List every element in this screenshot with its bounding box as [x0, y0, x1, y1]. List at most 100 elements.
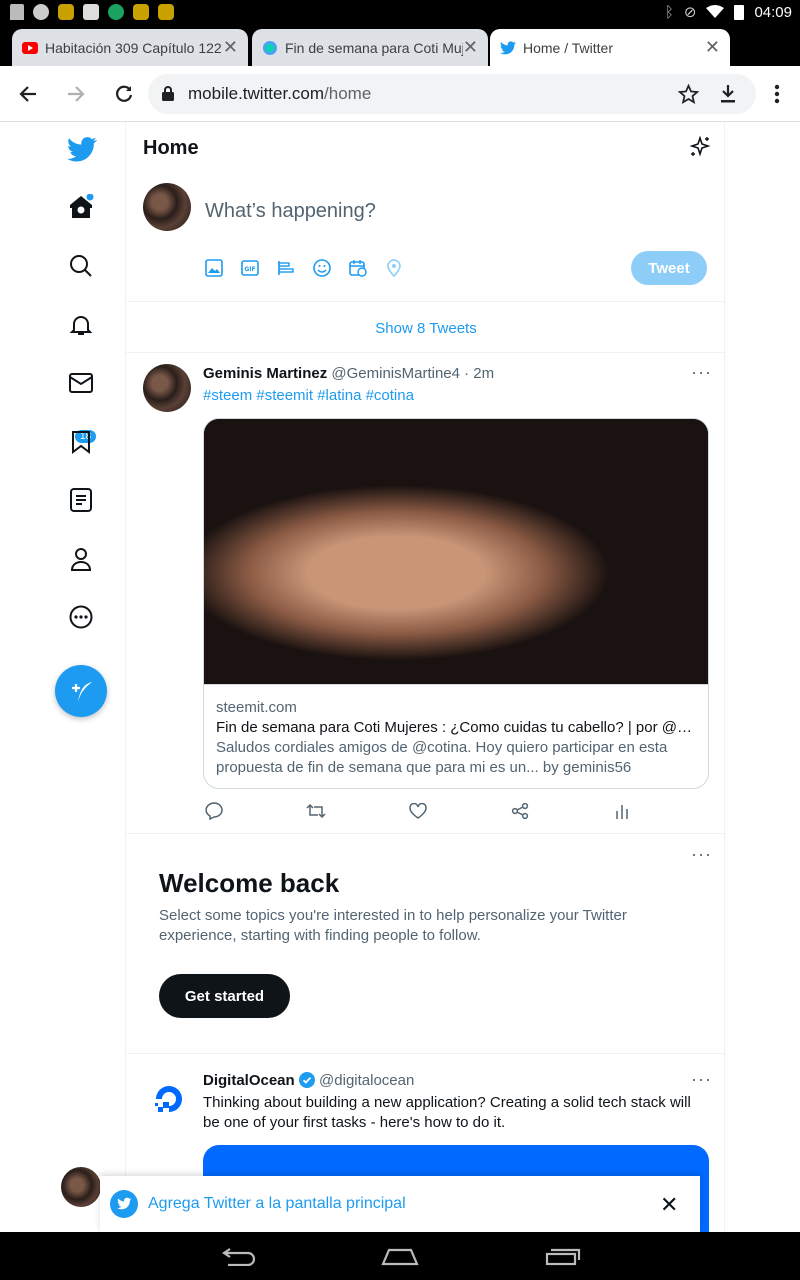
mute-icon: ⊘: [683, 4, 697, 21]
reload-button[interactable]: [109, 79, 139, 109]
notification-icon: [133, 4, 149, 20]
steemit-icon: [263, 40, 277, 55]
more-vertical-icon: [774, 84, 780, 104]
browser-tab-youtube[interactable]: Habitación 309 Capítulo 122 ✕: [12, 29, 248, 66]
reload-icon: [116, 85, 133, 102]
author-handle: @GeminisMartine4 · 2m: [331, 365, 495, 382]
reply-icon[interactable]: [203, 800, 225, 822]
card-title: Fin de semana para Coti Mujeres : ¿Como …: [216, 719, 698, 736]
poll-icon[interactable]: [276, 258, 296, 278]
install-banner[interactable]: Agrega Twitter a la pantalla principal ✕: [100, 1176, 700, 1232]
battery-icon: [734, 4, 745, 20]
browser-tab-twitter[interactable]: Home / Twitter ✕: [490, 29, 730, 66]
tweet-more-button[interactable]: ···: [691, 1069, 712, 1090]
back-button[interactable]: [13, 79, 43, 109]
check-icon: [108, 4, 124, 20]
tweet-author-avatar[interactable]: [143, 364, 191, 412]
emoji-icon[interactable]: [312, 258, 332, 278]
card-body: steemit.com Fin de semana para Coti Muje…: [204, 684, 708, 788]
get-started-button[interactable]: Get started: [159, 974, 290, 1018]
bluetooth-icon: ᛒ: [664, 3, 674, 21]
twitter-bird-icon: [67, 136, 97, 161]
notification-icon: [10, 4, 24, 20]
digitalocean-logo[interactable]: [145, 1075, 193, 1123]
user-avatar[interactable]: [143, 183, 191, 231]
digitalocean-icon: [155, 1086, 182, 1112]
tab-title: Home / Twitter: [523, 39, 613, 56]
nav-profile[interactable]: [66, 544, 96, 574]
like-icon[interactable]: [407, 800, 429, 822]
browser-menu-button[interactable]: [762, 79, 792, 109]
svg-text:GIF: GIF: [244, 266, 255, 273]
tweet-hashtags[interactable]: #steem #steemit #latina #cotina: [203, 387, 414, 404]
download-icon[interactable]: [720, 84, 736, 104]
close-banner-icon[interactable]: ✕: [660, 1192, 678, 1218]
divider: [126, 1053, 726, 1054]
twitter-icon: [500, 40, 516, 54]
divider: [126, 833, 726, 834]
search-icon: [70, 255, 92, 277]
sidebar-nav: 18: [0, 122, 126, 1232]
twitter-logo[interactable]: [66, 134, 98, 164]
compose-tweet-button[interactable]: [55, 665, 107, 717]
nav-bookmarks[interactable]: [66, 427, 96, 457]
browser-tab-steemit[interactable]: Fin de semana para Coti Mujeres ✕: [252, 29, 488, 66]
show-new-tweets-button[interactable]: Show 8 Tweets: [126, 303, 726, 353]
tweet-author[interactable]: Geminis Martinez @GeminisMartine4 · 2m: [203, 365, 494, 382]
person-icon: [70, 548, 92, 571]
gif-icon[interactable]: GIF: [240, 258, 260, 278]
verified-badge-icon: [298, 1072, 315, 1088]
forward-button[interactable]: [61, 79, 91, 109]
tweet-author[interactable]: DigitalOcean @digitalocean: [203, 1072, 414, 1089]
close-tab-icon[interactable]: ✕: [223, 37, 238, 58]
share-icon[interactable]: [509, 800, 531, 822]
nav-home[interactable]: [66, 192, 96, 222]
twitter-icon: [110, 1190, 138, 1218]
compose-toolbar: GIF: [204, 258, 404, 278]
nav-explore[interactable]: [66, 251, 96, 281]
retweet-icon[interactable]: [305, 800, 327, 822]
url-field[interactable]: mobile.twitter.com/home: [148, 74, 756, 114]
install-banner-text[interactable]: Agrega Twitter a la pantalla principal: [148, 1195, 406, 1213]
tweet-more-button[interactable]: ···: [691, 362, 712, 383]
nav-lists[interactable]: [66, 485, 96, 515]
page-title: Home: [143, 137, 199, 159]
system-nav-bar: [0, 1232, 800, 1280]
tab-title: Fin de semana para Coti Mujeres: [285, 39, 463, 56]
welcome-text: Select some topics you're interested in …: [159, 907, 627, 944]
link-card[interactable]: steemit.com Fin de semana para Coti Muje…: [203, 418, 709, 789]
more-circle-icon: [69, 605, 93, 629]
image-icon: [83, 4, 99, 20]
lock-icon: [162, 86, 174, 101]
author-name: DigitalOcean: [203, 1072, 295, 1089]
prompt-more-button[interactable]: ···: [691, 844, 712, 865]
nav-notifications[interactable]: [66, 310, 96, 340]
close-tab-icon[interactable]: ✕: [705, 37, 720, 58]
image-icon[interactable]: [204, 258, 224, 278]
bookmark-icon: [72, 431, 90, 454]
card-image: [204, 419, 708, 684]
star-icon[interactable]: [678, 84, 699, 104]
feather-plus-icon: [72, 682, 92, 702]
notification-icon: [158, 4, 174, 20]
author-name: Geminis Martinez: [203, 365, 328, 382]
url-host: mobile.twitter.com: [188, 84, 325, 103]
nav-more[interactable]: [66, 602, 96, 632]
nav-messages[interactable]: [66, 368, 96, 398]
analytics-icon[interactable]: [611, 800, 633, 822]
tweet-actions: [203, 800, 633, 822]
back-nav-icon[interactable]: [220, 1248, 256, 1266]
clock: 04:09: [754, 3, 792, 21]
tweet-button[interactable]: Tweet: [631, 251, 707, 285]
close-tab-icon[interactable]: ✕: [463, 37, 478, 58]
location-icon[interactable]: [384, 258, 404, 278]
schedule-icon[interactable]: [348, 258, 368, 278]
recents-nav-icon[interactable]: [545, 1248, 581, 1266]
back-arrow-icon: [19, 86, 36, 102]
card-domain: steemit.com: [216, 699, 297, 716]
home-nav-icon[interactable]: [381, 1248, 419, 1266]
compose-input[interactable]: What’s happening?: [205, 200, 376, 223]
tab-strip: Habitación 309 Capítulo 122 ✕ Fin de sem…: [0, 26, 800, 86]
sparkle-icon[interactable]: [689, 136, 711, 158]
account-switcher-avatar[interactable]: [61, 1167, 101, 1207]
